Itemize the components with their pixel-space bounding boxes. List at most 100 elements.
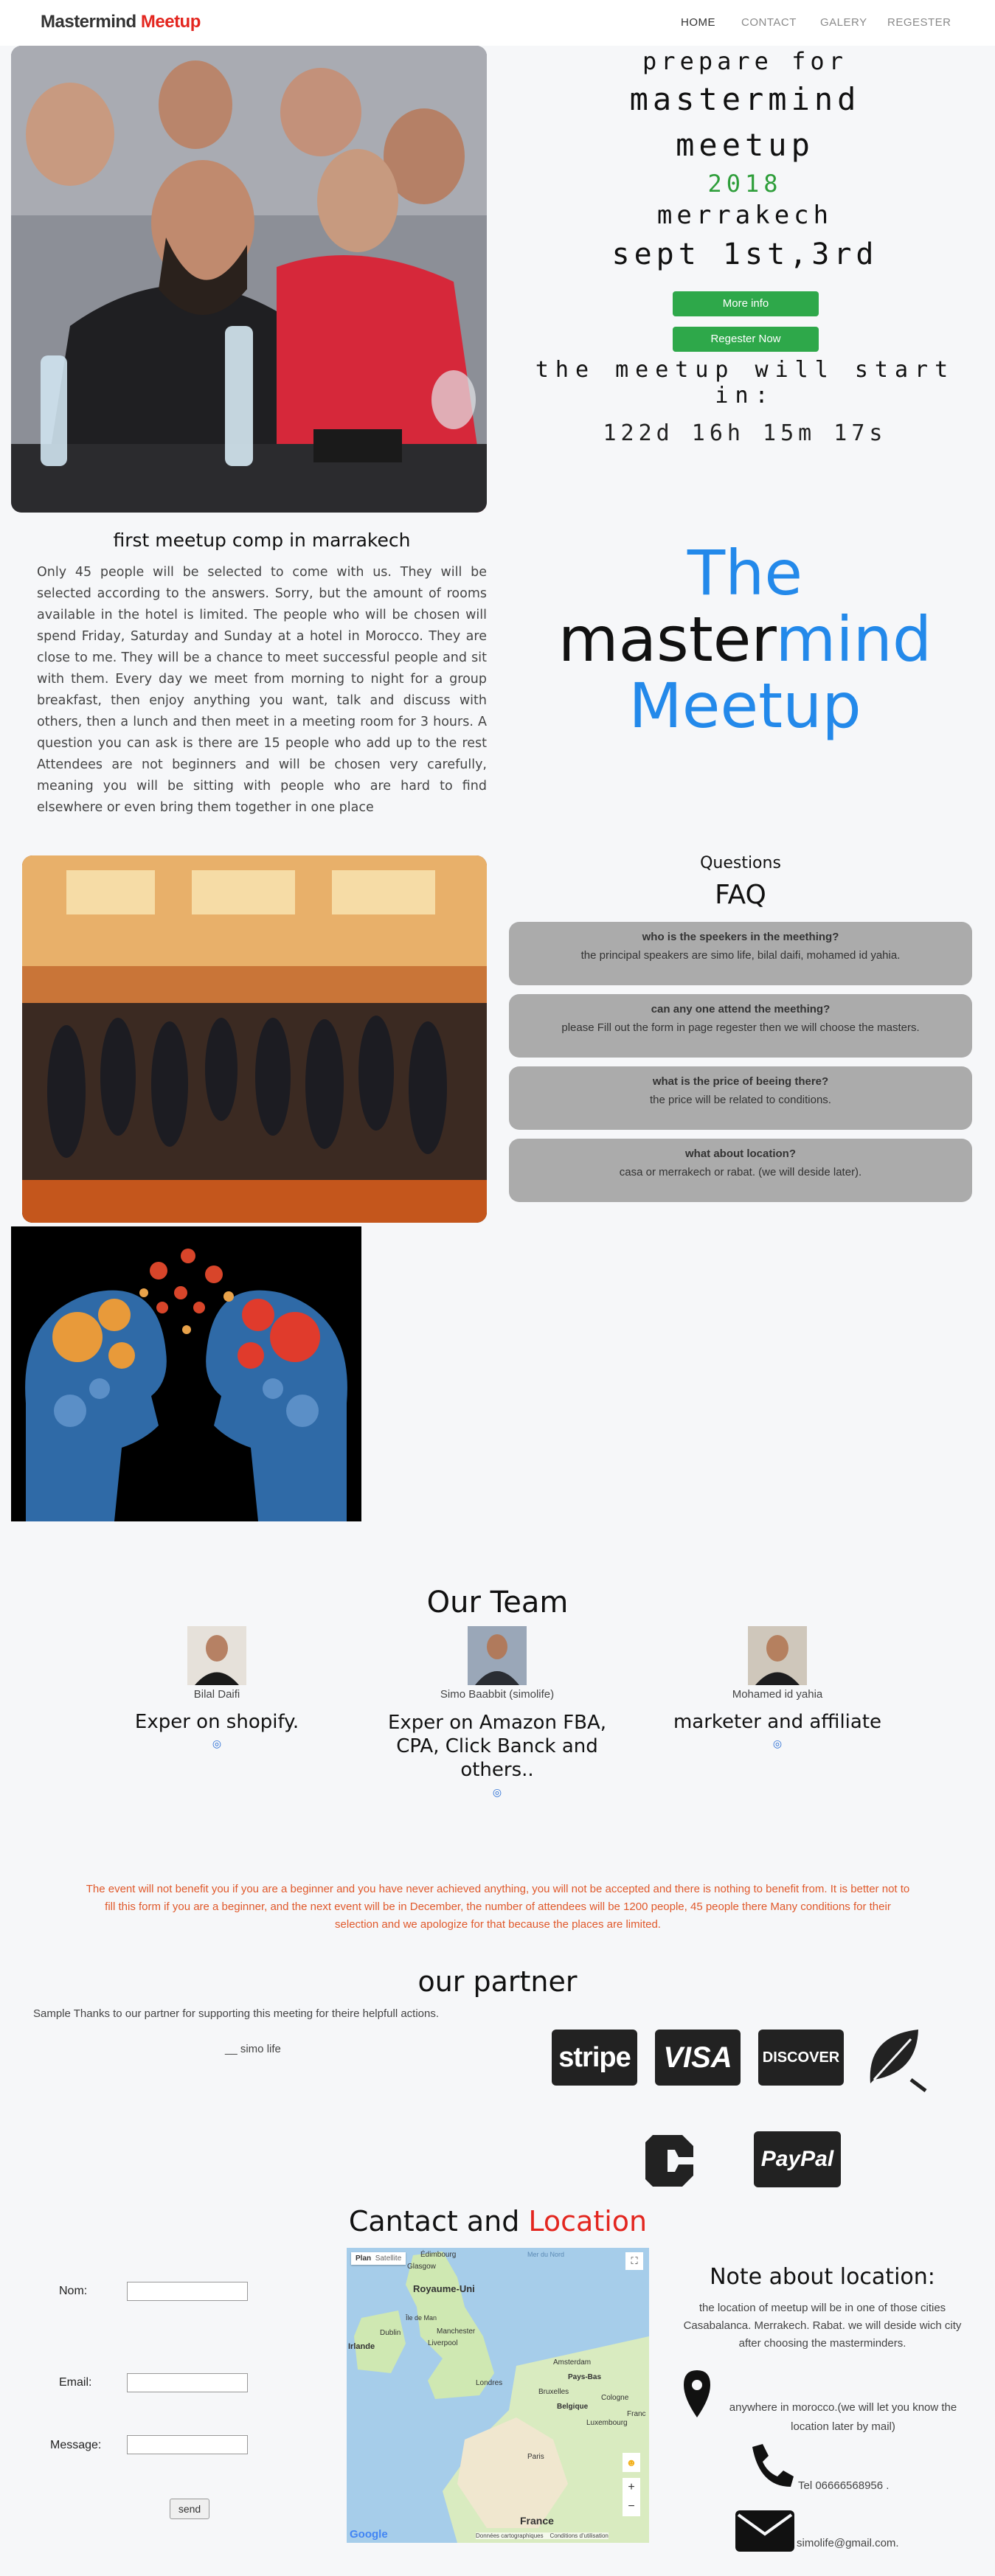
envelope-icon <box>734 2509 796 2553</box>
zoom-out-button[interactable]: − <box>623 2497 640 2516</box>
brand-part1: Mastermind <box>41 12 136 32</box>
nav-galery[interactable]: GALERY <box>820 16 867 29</box>
map-label: Dublin <box>380 2329 401 2337</box>
send-button[interactable]: send <box>170 2499 209 2519</box>
more-info-button[interactable]: More info <box>673 291 819 316</box>
zoom-in-button[interactable]: + <box>623 2478 640 2497</box>
instagram-icon[interactable]: ◎ <box>667 1737 888 1750</box>
google-map[interactable]: Plan Satellite ⛶ Royaume-Uni Mer du Nord… <box>347 2248 649 2543</box>
avatar <box>468 1626 527 1685</box>
instagram-icon[interactable]: ◎ <box>106 1737 327 1750</box>
map-label: Franc <box>627 2410 646 2418</box>
partner-thanks: Sample Thanks to our partner for support… <box>33 2007 440 2020</box>
faq-item[interactable]: what is the price of beeing there? the p… <box>509 1066 972 1130</box>
countdown-label: the meetup will start in: <box>535 357 955 409</box>
map-plan-tab[interactable]: Plan <box>356 2254 371 2263</box>
location-note-body: the location of meetup will be in one of… <box>683 2302 962 2350</box>
nav-contact[interactable]: CONTACT <box>741 16 797 29</box>
map-footer[interactable]: Données cartographiques Conditions d'uti… <box>476 2532 609 2539</box>
leaf-logo-icon <box>859 2021 933 2094</box>
member-role: Exper on shopify. <box>134 1711 299 1733</box>
hero-dates: sept 1st,3rd <box>611 237 878 271</box>
email-label: Email: <box>59 2376 92 2389</box>
big-title-meetup: Meetup <box>628 670 861 742</box>
notice-text: The event will not benefit you if you ar… <box>86 1883 910 1931</box>
map-label: Cologne <box>601 2394 629 2402</box>
map-label: Manchester <box>437 2327 476 2336</box>
big-title-master: master <box>558 603 776 676</box>
map-label: Royaume-Uni <box>413 2283 475 2294</box>
big-title-mind: mind <box>775 603 932 676</box>
zoom-control[interactable]: + − <box>623 2478 640 2516</box>
map-label: Île de Man <box>406 2314 437 2322</box>
hero-line3: meetup <box>676 127 814 163</box>
map-label: Pays-Bas <box>568 2373 602 2381</box>
map-label: France <box>520 2515 554 2527</box>
google-logo: Google <box>350 2528 388 2541</box>
nom-field[interactable] <box>127 2282 248 2301</box>
brand-part2: Meetup <box>140 12 201 32</box>
contact-title-b: Location <box>528 2205 648 2237</box>
avatar <box>748 1626 807 1685</box>
message-field[interactable] <box>127 2435 248 2454</box>
map-type-control[interactable]: Plan Satellite <box>351 2252 406 2265</box>
faq-answer: casa or merrakech or rabat. (we will des… <box>619 1166 862 1178</box>
instagram-icon[interactable]: ◎ <box>386 1786 608 1799</box>
map-label: Glasgow <box>407 2263 436 2271</box>
paypal-logo: PayPal <box>754 2131 841 2187</box>
member-role: Exper on Amazon FBA, CPA, Click Banck an… <box>387 1712 607 1781</box>
contact-tel[interactable]: Tel 06666568956 . <box>798 2479 889 2492</box>
partner-title: our partner <box>417 1965 578 1998</box>
hero-line1: prepare for <box>642 47 847 75</box>
contact-title: Cantact and Location <box>347 2205 649 2237</box>
hero-city: merrakech <box>656 201 833 230</box>
big-title-mastermind: mastermind <box>516 608 974 670</box>
location-pin-icon <box>682 2369 712 2420</box>
faq-pre-title: Questions <box>700 854 781 872</box>
team-member: Bilal Daifi Exper on shopify. ◎ <box>106 1626 327 1750</box>
big-title-the: The <box>687 537 803 609</box>
faq-answer: please Fill out the form in page regeste… <box>561 1021 920 1034</box>
register-now-button[interactable]: Regester Now <box>673 327 819 352</box>
member-name: Simo Baabbit (simolife) <box>440 1688 555 1701</box>
faq-item[interactable]: what about location? casa or merrakech o… <box>509 1139 972 1202</box>
faq-item[interactable]: who is the speekers in the meething? the… <box>509 922 972 985</box>
location-where: anywhere in morocco.(we will let you kno… <box>729 2401 957 2433</box>
hero-line2: mastermind <box>629 81 861 117</box>
faq-title: FAQ <box>715 880 766 910</box>
nom-label: Nom: <box>59 2285 88 2297</box>
map-label: Mer du Nord <box>527 2251 565 2258</box>
top-navbar: Mastermind Meetup HOME CONTACT GALERY RE… <box>0 0 995 46</box>
nav-regester[interactable]: REGESTER <box>887 16 951 29</box>
map-label: Belgique <box>557 2403 589 2411</box>
partner-signature: __ simo life <box>225 2043 281 2055</box>
map-label: Amsterdam <box>553 2358 592 2367</box>
map-label: Irlande <box>348 2342 375 2351</box>
street-view-pegman-icon[interactable]: ☻ <box>623 2453 640 2472</box>
faq-answer: the principal speakers are simo life, bi… <box>580 949 901 962</box>
message-label: Message: <box>50 2439 102 2451</box>
location-note-title: Note about location: <box>710 2264 935 2290</box>
fullscreen-icon[interactable]: ⛶ <box>625 2252 643 2270</box>
stripe-logo: stripe <box>552 2030 637 2086</box>
map-label: Paris <box>527 2453 544 2461</box>
avatar <box>187 1626 246 1685</box>
brand-logo[interactable]: Mastermind Meetup <box>41 12 201 32</box>
faq-question: can any one attend the meething? <box>651 1003 831 1016</box>
faq-item[interactable]: can any one attend the meething? please … <box>509 994 972 1058</box>
map-label: Édimbourg <box>420 2251 457 2259</box>
discover-logo: DISCOVER <box>758 2030 844 2086</box>
member-name: Bilal Daifi <box>193 1688 240 1701</box>
map-label: Liverpool <box>428 2339 458 2347</box>
contact-email[interactable]: simolife@gmail.com. <box>797 2537 899 2549</box>
map-label: Bruxelles <box>538 2388 569 2396</box>
gears-heads-image <box>11 1226 361 1521</box>
faq-question: what is the price of beeing there? <box>652 1075 829 1088</box>
codecanyon-logo-icon <box>638 2128 712 2194</box>
email-field[interactable] <box>127 2373 248 2392</box>
map-satellite-tab[interactable]: Satellite <box>375 2254 402 2263</box>
phone-icon <box>745 2441 797 2493</box>
team-member: Mohamed id yahia marketer and affiliate … <box>667 1626 888 1750</box>
nav-home[interactable]: HOME <box>681 16 715 29</box>
map-label: Londres <box>476 2379 503 2387</box>
